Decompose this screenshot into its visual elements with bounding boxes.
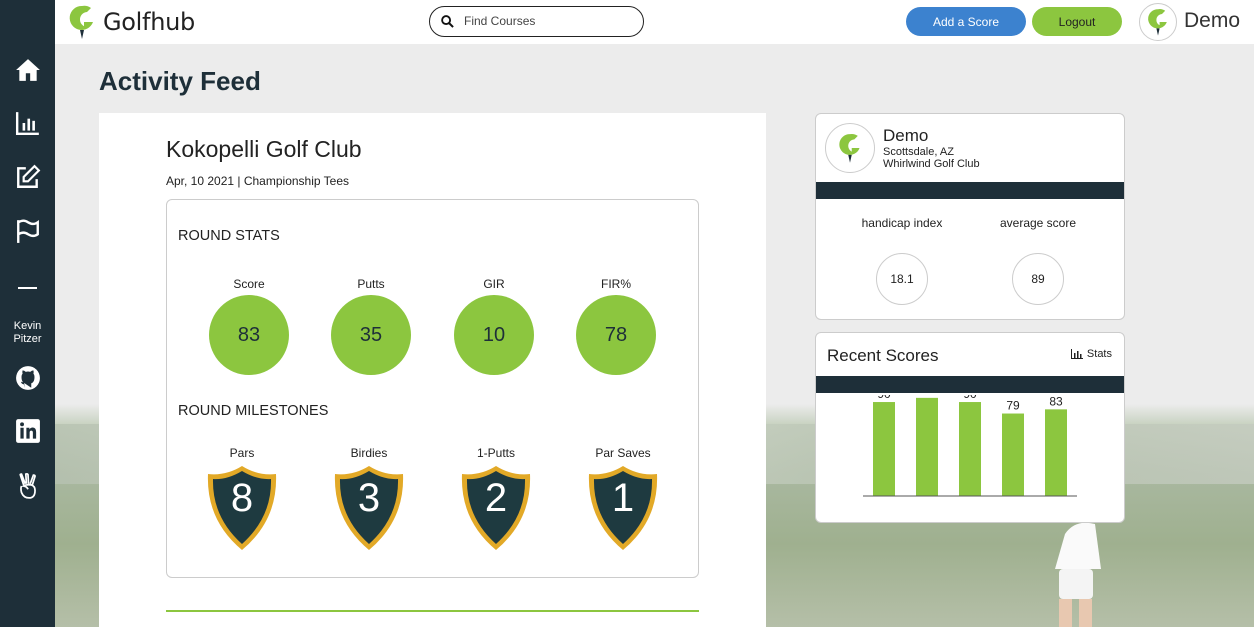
average-score-value: 89: [1012, 253, 1064, 305]
score-bar-label: 90: [963, 395, 977, 401]
stat-label: Score: [233, 277, 265, 291]
shield-badge-icon: 3: [333, 464, 405, 552]
score-bar-label: 94: [920, 395, 934, 397]
logo[interactable]: Golfhub: [67, 4, 195, 40]
milestone-pars: Pars 8: [192, 446, 292, 552]
score-bar[interactable]: [959, 402, 981, 496]
profile-name: Demo: [883, 126, 929, 145]
score-bar-label: 90: [877, 395, 891, 401]
stats-link-label: Stats: [1086, 348, 1112, 360]
golfhub-logo-icon: [1148, 9, 1167, 36]
angellist-link[interactable]: [0, 466, 55, 506]
author-name: Kevin Pitzer: [13, 320, 42, 345]
stats-link[interactable]: Stats: [1070, 348, 1112, 360]
stats-icon: [15, 112, 39, 136]
add-score-button[interactable]: Add a Score: [906, 7, 1026, 36]
milestone-label: 1-Putts: [476, 446, 515, 460]
handicap-label: handicap index: [861, 216, 943, 230]
milestone-birdies: Birdies 3: [319, 446, 419, 552]
stat-value: 10: [454, 295, 534, 375]
shield-badge-icon: 1: [587, 464, 659, 552]
shield-badge-icon: 8: [206, 464, 278, 552]
round-meta: Apr, 10 2021 | Championship Tees: [166, 174, 350, 188]
milestone-par-saves: Par Saves 1: [573, 446, 673, 552]
round-stats-title: ROUND STATS: [178, 228, 280, 244]
sidebar-item-stats[interactable]: [0, 103, 55, 143]
sidebar-divider: [18, 287, 37, 289]
milestone-value: 8: [230, 476, 254, 520]
golfhub-logo-icon: [839, 133, 860, 163]
page-title: Activity Feed: [99, 66, 261, 96]
recent-scores-card: Recent Scores Stats 90 94 90 79 83: [815, 332, 1125, 523]
search-bar[interactable]: [429, 6, 644, 37]
round-milestones-title: ROUND MILESTONES: [178, 403, 329, 419]
recent-divider-band: [816, 376, 1124, 393]
stat-value: 35: [331, 295, 411, 375]
score-bar[interactable]: [1045, 409, 1067, 496]
stat-label: GIR: [483, 277, 505, 291]
recent-scores-title: Recent Scores: [827, 346, 939, 365]
stat-value: 83: [209, 295, 289, 375]
milestone-label: Pars: [229, 446, 255, 460]
user-avatar[interactable]: [1139, 3, 1177, 41]
activity-card: Kokopelli Golf Club Apr, 10 2021 | Champ…: [99, 113, 766, 627]
sidebar-item-home[interactable]: [0, 50, 55, 90]
bar-chart-icon: [1070, 349, 1083, 359]
linkedin-link[interactable]: [0, 411, 55, 451]
milestone-1-putts: 1-Putts 2: [446, 446, 546, 552]
score-bar[interactable]: [1002, 413, 1024, 496]
golfer-image: [1055, 522, 1101, 627]
search-icon: [441, 15, 454, 28]
stat-label: FIR%: [601, 277, 631, 291]
card-divider: [166, 610, 699, 612]
average-score-label: average score: [999, 216, 1077, 230]
angellist-icon: [18, 473, 36, 499]
golfhub-logo-icon: [69, 5, 93, 39]
stat-score: Score 83: [199, 277, 299, 375]
github-link[interactable]: [0, 358, 55, 398]
milestone-value: 2: [484, 476, 508, 520]
stat-putts: Putts 35: [321, 277, 421, 375]
linkedin-icon: [15, 419, 40, 443]
profile-avatar[interactable]: [825, 123, 875, 173]
score-bar[interactable]: [916, 397, 938, 496]
profile-location: Scottsdale, AZ: [883, 146, 954, 158]
app-name: Golfhub: [103, 8, 195, 36]
course-name[interactable]: Kokopelli Golf Club: [166, 136, 362, 163]
milestone-label: Birdies: [350, 446, 388, 460]
score-bar[interactable]: [873, 402, 895, 496]
stat-fir: FIR% 78: [566, 277, 666, 375]
top-header: Golfhub Add a Score Logout Demo: [55, 0, 1254, 44]
edit-icon: [16, 164, 40, 188]
stat-label: Putts: [357, 277, 385, 291]
score-bar-label: 83: [1049, 395, 1063, 408]
sidebar: Kevin Pitzer: [0, 0, 55, 627]
stat-gir: GIR 10: [444, 277, 544, 375]
github-icon: [15, 366, 40, 390]
flag-icon: [16, 219, 39, 243]
milestone-value: 3: [357, 476, 381, 520]
user-name[interactable]: Demo: [1184, 9, 1240, 33]
round-stats-box: ROUND STATS Score 83 Putts 35 GIR 10 FIR…: [166, 199, 699, 578]
score-bar-label: 79: [1006, 399, 1020, 413]
search-input[interactable]: [464, 12, 634, 30]
stat-value: 78: [576, 295, 656, 375]
milestone-label: Par Saves: [595, 446, 651, 460]
logout-button[interactable]: Logout: [1032, 7, 1122, 36]
home-icon: [15, 59, 40, 81]
milestone-value: 1: [611, 476, 635, 520]
sidebar-item-courses[interactable]: [0, 211, 55, 251]
handicap-value: 18.1: [876, 253, 928, 305]
profile-card: Demo Scottsdale, AZ Whirlwind Golf Club …: [815, 113, 1125, 320]
average-score-stat: average score 89: [983, 217, 1093, 305]
profile-divider-band: [816, 182, 1124, 199]
handicap-stat: handicap index 18.1: [847, 217, 957, 305]
recent-scores-chart: 90 94 90 79 83: [863, 395, 1077, 497]
shield-badge-icon: 2: [460, 464, 532, 552]
sidebar-item-add-score[interactable]: [0, 157, 55, 197]
profile-club: Whirlwind Golf Club: [883, 158, 980, 170]
